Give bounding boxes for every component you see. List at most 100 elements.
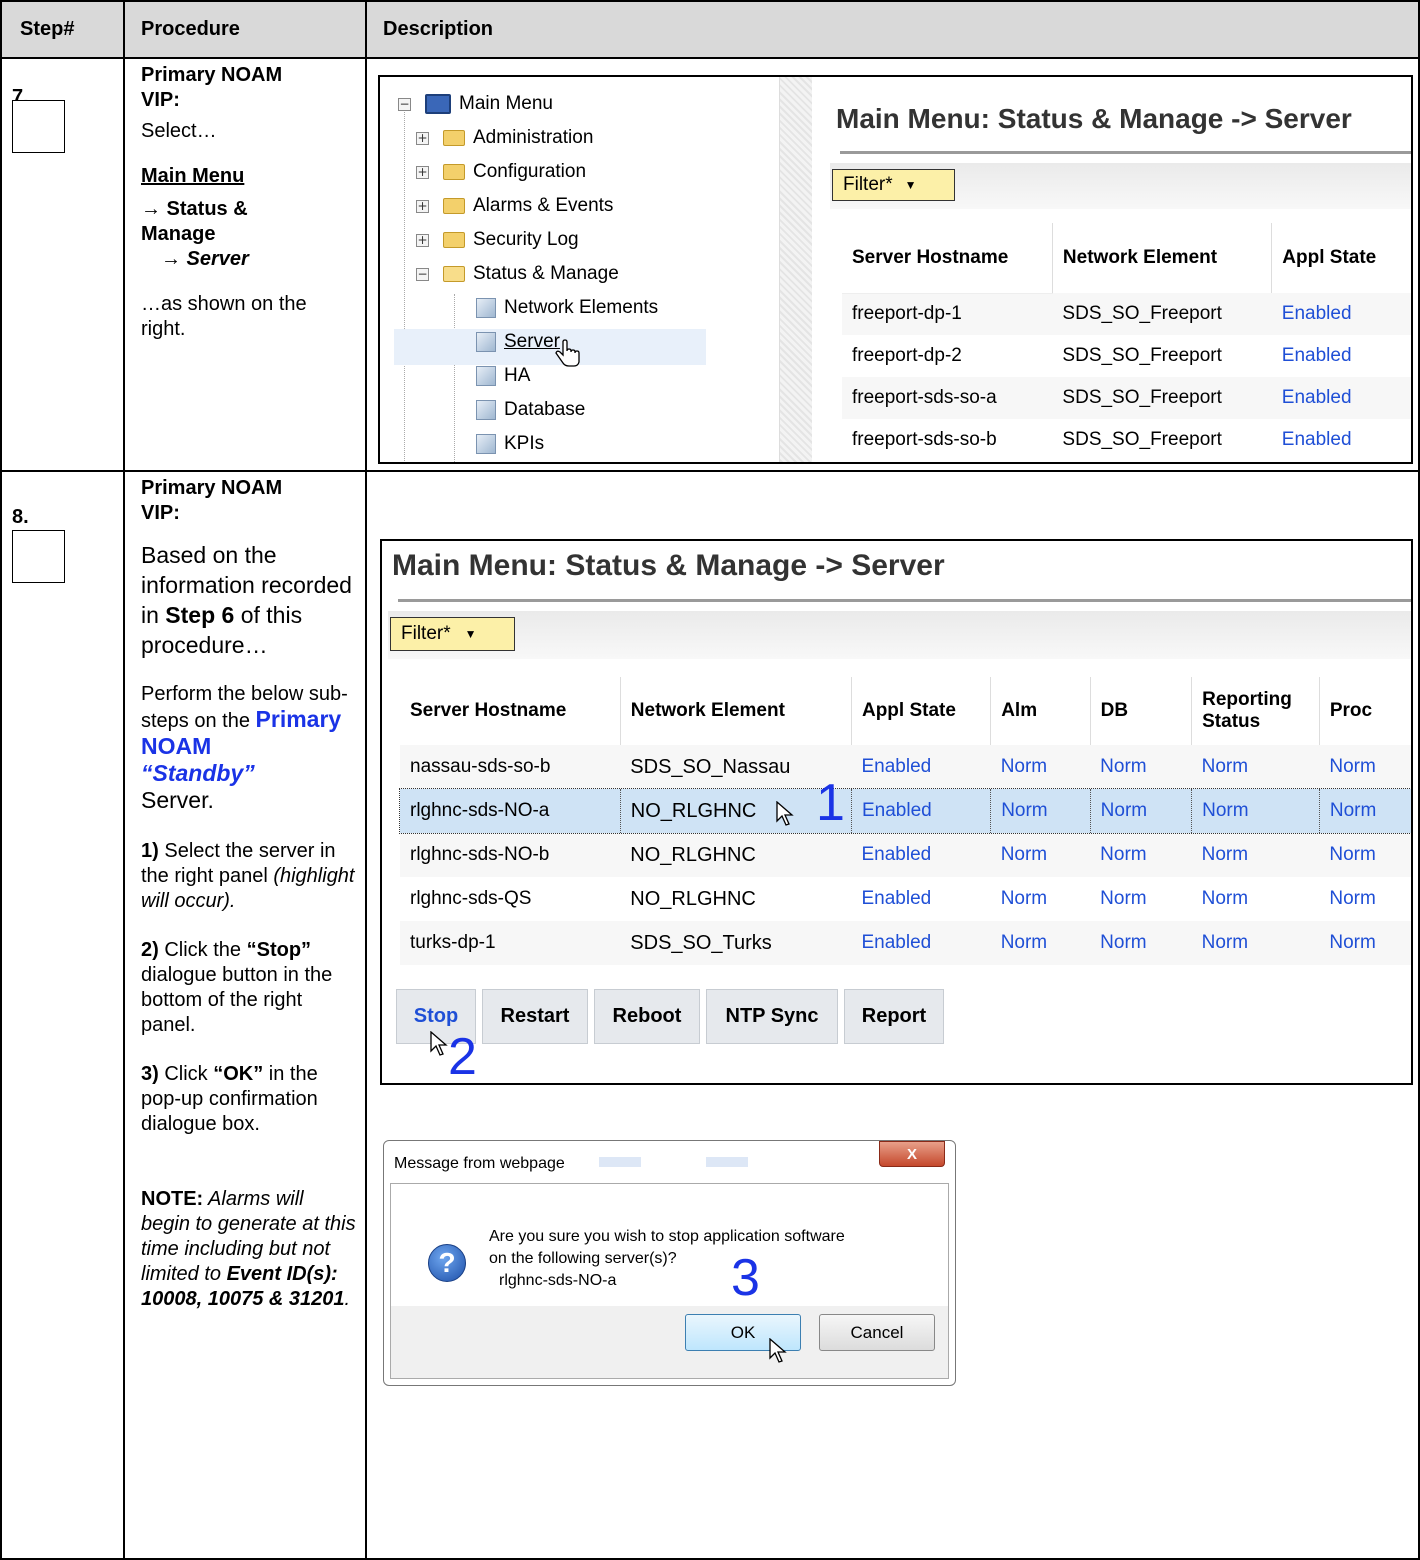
- cell-alm[interactable]: Norm: [991, 921, 1090, 965]
- cell-network-element: NO_RLGHNC: [630, 843, 756, 866]
- cell-db[interactable]: Norm: [1090, 789, 1193, 833]
- table-row[interactable]: freeport-dp-1 SDS_SO_Freeport Enabled: [842, 293, 1411, 335]
- annotation-2: 2: [448, 1028, 477, 1085]
- cell-db[interactable]: Norm: [1090, 877, 1191, 921]
- tree-panel: − Main Menu + Administration + Configura…: [380, 77, 780, 462]
- expand-icon[interactable]: +: [416, 165, 429, 179]
- tree-subitem-network-elements[interactable]: Network Elements: [476, 297, 658, 319]
- collapse-icon[interactable]: −: [416, 267, 429, 281]
- text-run: dialogue button in the bottom of the rig…: [141, 964, 333, 1036]
- tree-item-label: Administration: [473, 127, 594, 148]
- tree-subitem-database[interactable]: Database: [476, 399, 585, 421]
- cell-db[interactable]: Norm: [1090, 745, 1191, 789]
- col-network-element[interactable]: Network Element: [1051, 223, 1272, 293]
- cell-hostname: freeport-sds-so-a: [852, 387, 997, 408]
- open-folder-icon: [443, 266, 465, 282]
- cell-appl-state[interactable]: Enabled: [1272, 419, 1411, 461]
- step7-checkbox[interactable]: [12, 100, 65, 153]
- tree-item-security-log[interactable]: + Security Log: [416, 229, 579, 251]
- tree-root[interactable]: − Main Menu: [398, 93, 553, 115]
- step8-checkbox[interactable]: [12, 530, 65, 583]
- step7-role: Primary NOAM VIP:: [141, 64, 283, 111]
- col-appl-state[interactable]: Appl State: [1271, 223, 1411, 293]
- cell-appl-state[interactable]: Enabled: [851, 745, 990, 789]
- expand-icon[interactable]: +: [416, 131, 429, 145]
- tree-subitem-server[interactable]: Server: [476, 331, 560, 353]
- filter-button[interactable]: Filter* ▼: [832, 169, 955, 201]
- step7-procedure: Primary NOAM VIP: Select… Main Menu → St…: [141, 63, 356, 342]
- col-hostname[interactable]: Server Hostname: [400, 677, 620, 745]
- step8-para2: Perform the below sub-steps on the Prima…: [141, 682, 356, 815]
- cell-hostname: rlghnc-sds-NO-b: [410, 844, 550, 865]
- cell-appl-state[interactable]: Enabled: [1272, 293, 1411, 335]
- text-run: Server.: [141, 787, 214, 813]
- col-network-element[interactable]: Network Element: [619, 677, 852, 745]
- cell-reporting-status[interactable]: Norm: [1192, 921, 1320, 965]
- cell-proc[interactable]: Norm: [1319, 877, 1411, 921]
- tree-item-administration[interactable]: + Administration: [416, 127, 593, 149]
- cell-proc[interactable]: Norm: [1319, 921, 1411, 965]
- dialog-close-button[interactable]: X: [879, 1141, 945, 1167]
- tree-item-status-manage[interactable]: − Status & Manage: [416, 263, 619, 285]
- tree-subitem-kpis[interactable]: KPIs: [476, 433, 544, 455]
- computer-icon: [425, 94, 451, 114]
- table-row[interactable]: freeport-dp-2 SDS_SO_Freeport Enabled: [842, 335, 1411, 377]
- table-row[interactable]: rlghnc-sds-QS NO_RLGHNC Enabled Norm Nor…: [400, 877, 1411, 921]
- cell-appl-state[interactable]: Enabled: [851, 877, 990, 921]
- cell-appl-state[interactable]: Enabled: [1272, 335, 1411, 377]
- title-underline: [398, 599, 1411, 602]
- tree-item-configuration[interactable]: + Configuration: [416, 161, 586, 183]
- tree-subitem-ha[interactable]: HA: [476, 365, 530, 387]
- restart-button[interactable]: Restart: [482, 989, 588, 1044]
- table-row[interactable]: freeport-sds-so-a SDS_SO_Freeport Enable…: [842, 377, 1411, 419]
- table-row[interactable]: rlghnc-sds-NO-b NO_RLGHNC Enabled Norm N…: [400, 833, 1411, 877]
- cell-alm[interactable]: Norm: [991, 745, 1090, 789]
- cell-appl-state[interactable]: Enabled: [851, 833, 990, 877]
- reboot-button[interactable]: Reboot: [594, 989, 700, 1044]
- dialog-message-line1: Are you sure you wish to stop applicatio…: [489, 1228, 845, 1245]
- cell-appl-state[interactable]: Enabled: [851, 789, 992, 833]
- report-button[interactable]: Report: [844, 989, 944, 1044]
- col-reporting-status[interactable]: Reporting Status: [1191, 677, 1320, 745]
- cell-network-element: NO_RLGHNC: [630, 887, 756, 910]
- annotation-3: 3: [731, 1249, 760, 1307]
- dialog-title: Message from webpage: [394, 1155, 565, 1172]
- splitter[interactable]: [780, 77, 812, 462]
- cell-alm[interactable]: Norm: [991, 833, 1090, 877]
- col-db[interactable]: DB: [1089, 677, 1192, 745]
- expand-icon[interactable]: +: [416, 199, 429, 213]
- table-row[interactable]: turks-dp-1 SDS_SO_Turks Enabled Norm Nor…: [400, 921, 1411, 965]
- cell-alm[interactable]: Norm: [991, 877, 1090, 921]
- cell-db[interactable]: Norm: [1090, 833, 1191, 877]
- cancel-button[interactable]: Cancel: [819, 1314, 935, 1351]
- folder-icon: [443, 232, 465, 248]
- cell-reporting-status[interactable]: Norm: [1192, 745, 1320, 789]
- title-underline: [840, 151, 1411, 154]
- collapse-icon[interactable]: −: [398, 97, 411, 111]
- ntp-sync-button[interactable]: NTP Sync: [706, 989, 838, 1044]
- cell-proc[interactable]: Norm: [1319, 833, 1411, 877]
- step7-screenshot: − Main Menu + Administration + Configura…: [378, 75, 1413, 464]
- cell-reporting-status[interactable]: Norm: [1192, 833, 1320, 877]
- col-proc[interactable]: Proc: [1318, 677, 1411, 745]
- cell-db[interactable]: Norm: [1090, 921, 1191, 965]
- arrow-cursor-icon: [430, 1031, 448, 1056]
- expand-icon[interactable]: +: [416, 233, 429, 247]
- table-row[interactable]: nassau-sds-so-b SDS_SO_Nassau Enabled No…: [400, 745, 1411, 789]
- col-alm[interactable]: Alm: [990, 677, 1091, 745]
- table-row[interactable]: freeport-sds-so-b SDS_SO_Freeport Enable…: [842, 419, 1411, 461]
- cell-reporting-status[interactable]: Norm: [1192, 877, 1320, 921]
- cell-alm[interactable]: Norm: [990, 789, 1091, 833]
- text-run: 3): [141, 1063, 159, 1085]
- step8-note: NOTE: Alarms will begin to generate at t…: [141, 1187, 356, 1312]
- tree-item-alarms[interactable]: + Alarms & Events: [416, 195, 613, 217]
- col-appl-state[interactable]: Appl State: [850, 677, 991, 745]
- cell-appl-state[interactable]: Enabled: [1272, 377, 1411, 419]
- cell-appl-state[interactable]: Enabled: [851, 921, 990, 965]
- col-hostname[interactable]: Server Hostname: [842, 223, 1053, 294]
- filter-button[interactable]: Filter* ▼: [390, 617, 515, 651]
- cell-proc[interactable]: Norm: [1319, 745, 1411, 789]
- cell-reporting-status[interactable]: Norm: [1191, 789, 1320, 833]
- table-row-selected[interactable]: rlghnc-sds-NO-a NO_RLGHNC Enabled Norm N…: [399, 788, 1411, 834]
- cell-proc[interactable]: Norm: [1319, 789, 1411, 833]
